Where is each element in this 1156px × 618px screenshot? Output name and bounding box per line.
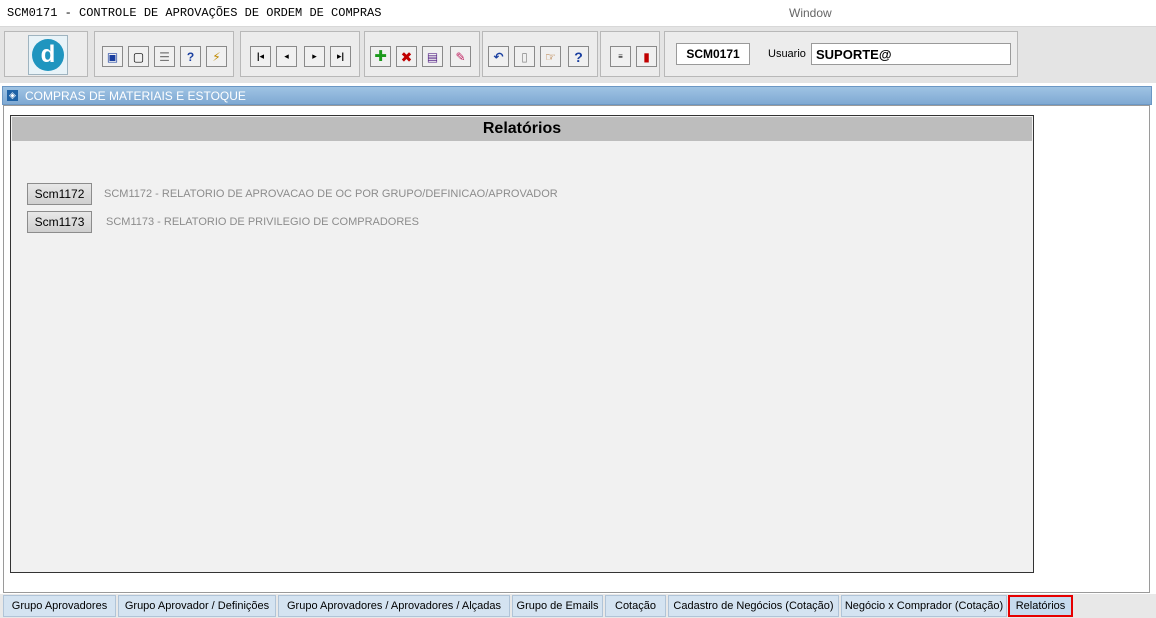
next-record-icon[interactable]: ▸: [304, 46, 325, 67]
tab-cadastro-de-negocios[interactable]: Cadastro de Negócios (Cotação): [668, 595, 839, 617]
query-run-icon[interactable]: ⚡: [206, 46, 227, 67]
window-title: SCM0171 - CONTROLE DE APROVAÇÕES DE ORDE…: [7, 6, 382, 20]
tab-grupo-de-emails[interactable]: Grupo de Emails: [512, 595, 603, 617]
panel-title: Relatórios: [12, 117, 1032, 141]
user-field[interactable]: [811, 43, 1011, 65]
exit-icon[interactable]: ▮: [636, 46, 657, 67]
delete-record-icon[interactable]: ✖: [396, 46, 417, 67]
paste-icon[interactable]: ▯: [514, 46, 535, 67]
first-record-icon[interactable]: |◂: [250, 46, 271, 67]
module-icon: ◈: [7, 90, 18, 101]
logo-group: d: [4, 31, 88, 77]
navigation-group: |◂ ◂ ▸ ▸|: [240, 31, 360, 77]
toolbar: d ▣ ▢ ☰ ? ⚡ |◂ ◂ ▸ ▸| ✚ ✖ ▤ ✎ ↶ ▯ ☞ ? ≡ …: [0, 27, 1156, 83]
tab-cotacao[interactable]: Cotação: [605, 595, 666, 617]
report-description: SCM1172 - RELATORIO DE APROVACAO DE OC P…: [104, 188, 558, 200]
menu-exit-group: ≡ ▮: [600, 31, 660, 77]
utility-group: ↶ ▯ ☞ ?: [482, 31, 598, 77]
last-record-icon[interactable]: ▸|: [330, 46, 351, 67]
tab-bar: Grupo Aprovadores Grupo Aprovador / Defi…: [0, 594, 1156, 618]
report-description: SCM1173 - RELATORIO DE PRIVILEGIO DE COM…: [106, 216, 419, 228]
app-logo: d: [28, 35, 68, 75]
print-icon[interactable]: ☰: [154, 46, 175, 67]
report-button-scm1172[interactable]: Scm1172: [27, 183, 92, 205]
window-icon[interactable]: ▢: [128, 46, 149, 67]
user-label: Usuario: [768, 48, 806, 60]
clear-icon[interactable]: ✎: [450, 46, 471, 67]
tab-grupo-aprovador-definicoes[interactable]: Grupo Aprovador / Definições: [118, 595, 276, 617]
title-bar: SCM0171 - CONTROLE DE APROVAÇÕES DE ORDE…: [0, 0, 1156, 27]
help-icon[interactable]: ?: [568, 46, 589, 67]
logo-icon: d: [32, 39, 64, 71]
tab-relatorios[interactable]: Relatórios: [1008, 595, 1073, 617]
insert-record-icon[interactable]: ✚: [370, 46, 391, 67]
module-title: COMPRAS DE MATERIAIS E ESTOQUE: [25, 89, 246, 103]
reports-panel: Relatórios Scm1172 SCM1172 - RELATORIO D…: [10, 115, 1034, 573]
tools-icon[interactable]: ☞: [540, 46, 561, 67]
undo-icon[interactable]: ↶: [488, 46, 509, 67]
save-icon[interactable]: ▣: [102, 46, 123, 67]
tab-grupo-aprovadores-alcadas[interactable]: Grupo Aprovadores / Aprovadores / Alçada…: [278, 595, 510, 617]
form-code: SCM0171: [676, 43, 750, 65]
tab-grupo-aprovadores[interactable]: Grupo Aprovadores: [3, 595, 116, 617]
tab-negocio-x-comprador[interactable]: Negócio x Comprador (Cotação): [841, 595, 1007, 617]
query-help-icon[interactable]: ?: [180, 46, 201, 67]
menu-icon[interactable]: ≡: [610, 46, 631, 67]
module-header: ◈ COMPRAS DE MATERIAIS E ESTOQUE: [2, 86, 1152, 105]
previous-record-icon[interactable]: ◂: [276, 46, 297, 67]
edit-record-icon[interactable]: ▤: [422, 46, 443, 67]
file-tools-group: ▣ ▢ ☰ ? ⚡: [94, 31, 234, 77]
window-menu[interactable]: Window: [789, 6, 832, 20]
report-button-scm1173[interactable]: Scm1173: [27, 211, 92, 233]
record-edit-group: ✚ ✖ ▤ ✎: [364, 31, 480, 77]
